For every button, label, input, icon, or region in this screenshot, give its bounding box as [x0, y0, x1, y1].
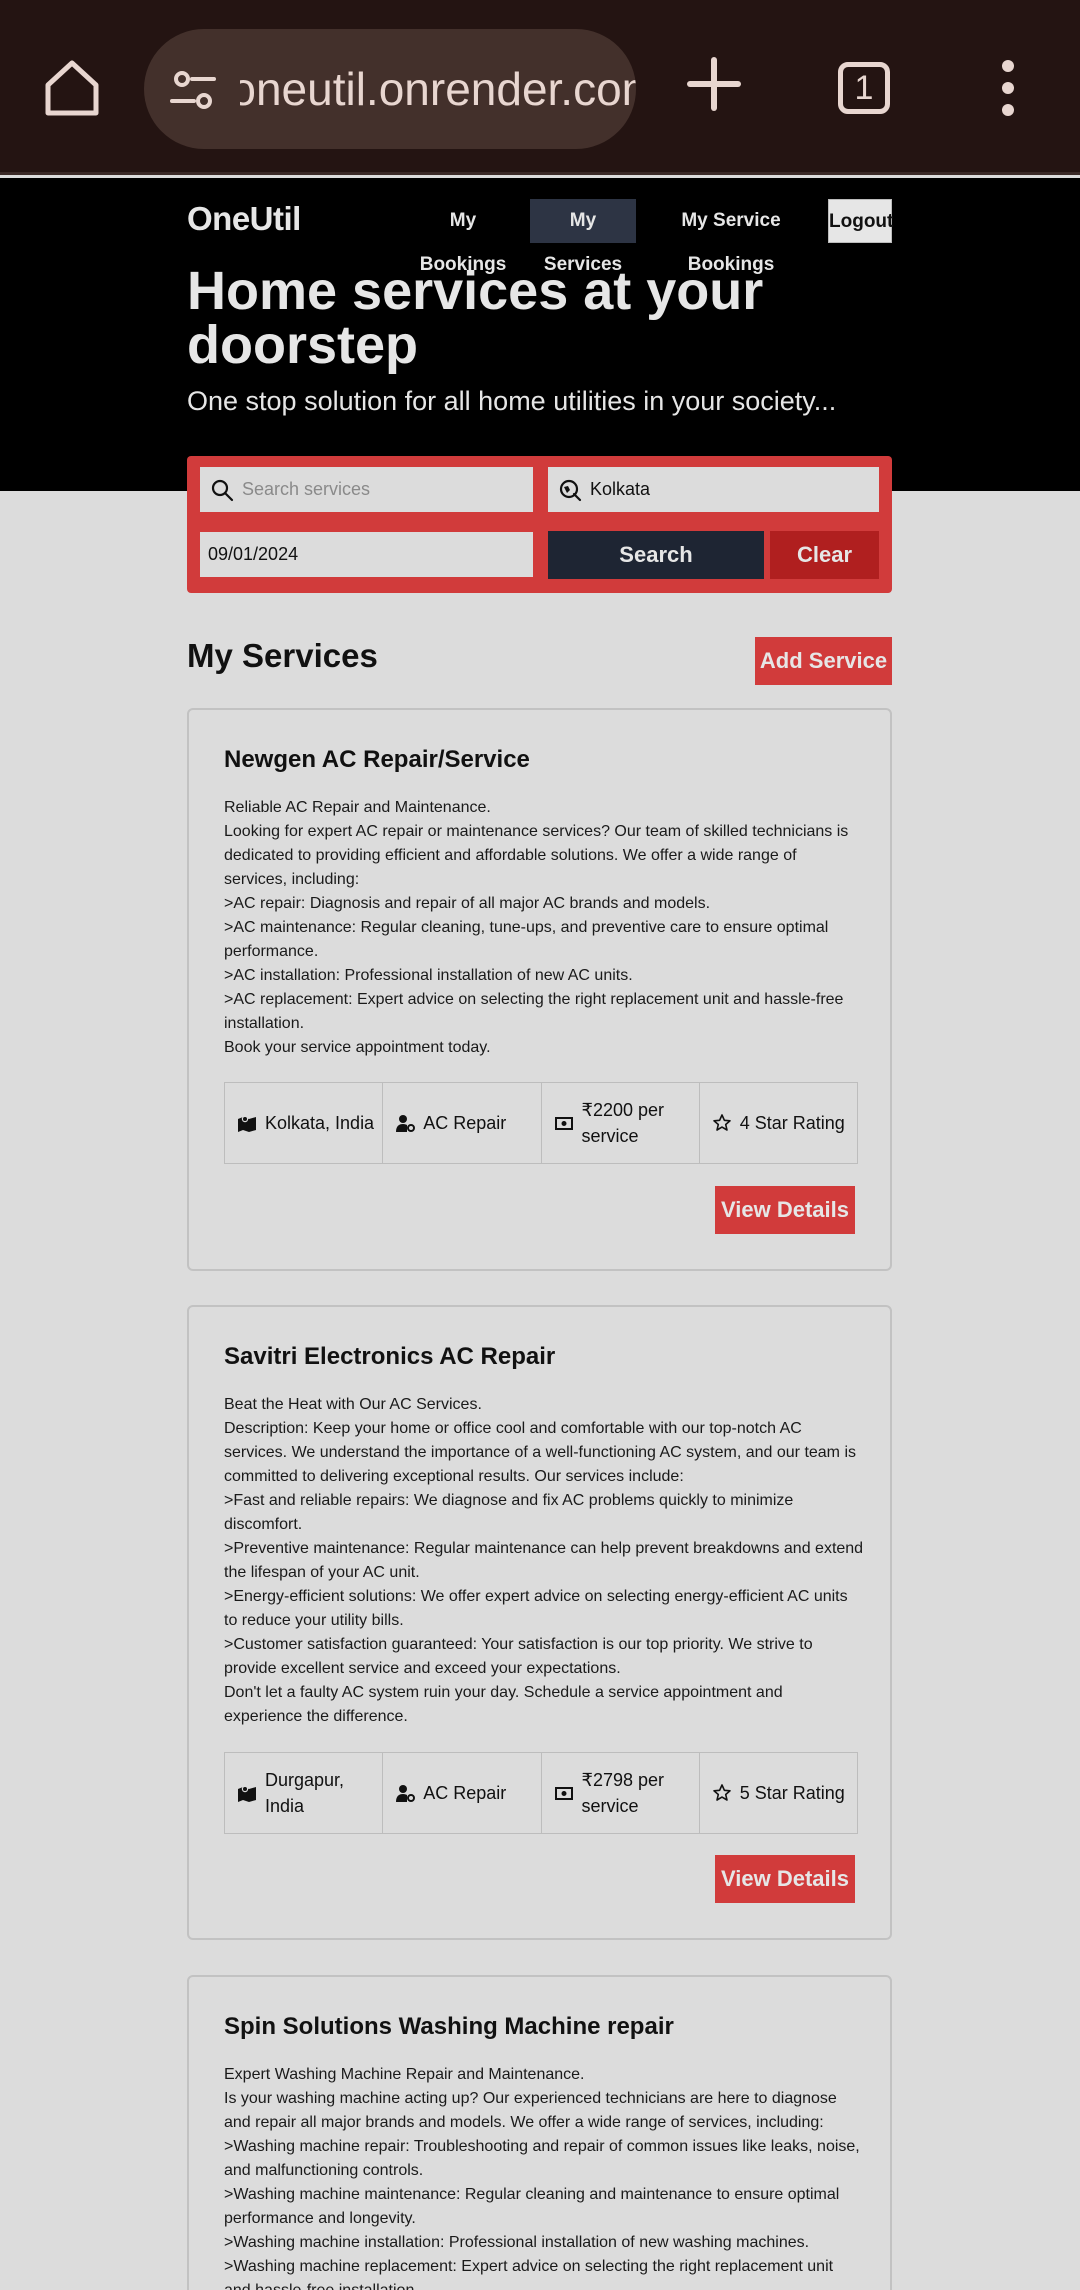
meta-price: ₹2798 per service — [542, 1753, 700, 1833]
location-input[interactable] — [548, 467, 879, 512]
category-text: AC Repair — [423, 1113, 507, 1133]
new-tab-icon[interactable] — [686, 56, 742, 112]
address-bar[interactable]: oneutil.onrender.com — [144, 29, 636, 149]
description-line: Description: Keep your home or office co… — [224, 1420, 857, 1485]
price-text: ₹2200 per service — [581, 1100, 665, 1146]
meta-price: ₹2200 per service — [542, 1083, 700, 1163]
map-icon — [238, 1115, 256, 1132]
service-title: Savitri Electronics AC Repair — [224, 1343, 556, 1370]
service-description: Reliable AC Repair and Maintenance. Look… — [224, 796, 864, 1060]
home-icon[interactable] — [40, 55, 104, 119]
browser-toolbar: oneutil.onrender.com 1 — [0, 0, 1080, 175]
service-card: Newgen AC Repair/Service Reliable AC Rep… — [187, 708, 892, 1271]
hero-title: Home services at your doorstep — [187, 261, 764, 375]
search-panel: Search Clear — [187, 456, 892, 593]
nav-my-services[interactable]: My Services — [530, 199, 636, 275]
description-line: Reliable AC Repair and Maintenance. — [224, 799, 491, 816]
hero-subtitle: One stop solution for all home utilities… — [187, 386, 837, 416]
description-line: >Customer satisfaction guaranteed: Your … — [224, 1636, 813, 1677]
rating-text: 5 Star Rating — [739, 1783, 845, 1803]
service-meta: Kolkata, India AC Repair ₹2200 per servi… — [224, 1082, 858, 1164]
date-input[interactable] — [200, 532, 533, 577]
meta-location: Durgapur, India — [225, 1753, 384, 1833]
description-line: >Washing machine repair: Troubleshooting… — [224, 2138, 860, 2179]
description-line: Is your washing machine acting up? Our e… — [224, 2090, 837, 2131]
site-settings-icon[interactable] — [168, 65, 218, 115]
description-line: >Washing machine installation: Professio… — [224, 2234, 810, 2251]
map-icon — [238, 1785, 256, 1802]
description-line: >AC maintenance: Regular cleaning, tune-… — [224, 919, 829, 960]
location-text: Kolkata, India — [265, 1113, 375, 1133]
meta-category: AC Repair — [383, 1083, 542, 1163]
service-description: Expert Washing Machine Repair and Mainte… — [224, 2063, 864, 2290]
price-text: ₹2798 per service — [581, 1770, 665, 1816]
view-details-button[interactable]: View Details — [715, 1855, 855, 1903]
description-line: >Energy-efficient solutions: We offer ex… — [224, 1588, 848, 1629]
tab-switcher-button[interactable]: 1 — [838, 62, 890, 114]
search-field[interactable] — [200, 467, 533, 512]
meta-rating: 5 Star Rating — [700, 1753, 857, 1833]
brand-logo[interactable]: OneUtil — [187, 200, 301, 238]
section-title: My Services — [187, 637, 378, 674]
description-line: >AC replacement: Expert advice on select… — [224, 991, 844, 1032]
rating-text: 4 Star Rating — [739, 1113, 845, 1133]
meta-category: AC Repair — [383, 1753, 542, 1833]
date-field[interactable] — [200, 532, 533, 577]
add-service-button[interactable]: Add Service — [755, 637, 892, 685]
more-menu-icon[interactable] — [990, 58, 1026, 118]
service-title: Spin Solutions Washing Machine repair — [224, 2013, 674, 2040]
meta-location: Kolkata, India — [225, 1083, 384, 1163]
search-button[interactable]: Search — [548, 531, 764, 579]
category-text: AC Repair — [423, 1783, 507, 1803]
service-description: Beat the Heat with Our AC Services. Desc… — [224, 1393, 864, 1729]
description-line: >Washing machine maintenance: Regular cl… — [224, 2186, 840, 2227]
meta-rating: 4 Star Rating — [700, 1083, 857, 1163]
clear-button[interactable]: Clear — [770, 531, 879, 579]
description-line: >AC repair: Diagnosis and repair of all … — [224, 895, 711, 912]
user-gear-icon — [396, 1115, 416, 1132]
star-icon — [712, 1114, 731, 1131]
description-line: Looking for expert AC repair or maintena… — [224, 823, 849, 888]
description-line: >Preventive maintenance: Regular mainten… — [224, 1540, 864, 1581]
logout-button[interactable]: Logout — [828, 199, 893, 243]
location-field[interactable] — [548, 467, 879, 512]
user-gear-icon — [396, 1785, 416, 1802]
description-line: >Fast and reliable repairs: We diagnose … — [224, 1492, 794, 1533]
description-line: >Washing machine replacement: Expert adv… — [224, 2258, 834, 2290]
service-meta: Durgapur, India AC Repair ₹2798 per serv… — [224, 1752, 858, 1834]
description-line: Book your service appointment today. — [224, 1039, 491, 1056]
nav-my-service-bookings[interactable]: My Service Bookings — [644, 199, 818, 275]
service-title: Newgen AC Repair/Service — [224, 746, 530, 773]
description-line: Don't let a faulty AC system ruin your d… — [224, 1684, 783, 1725]
service-card: Savitri Electronics AC Repair Beat the H… — [187, 1305, 892, 1940]
view-details-button[interactable]: View Details — [715, 1186, 855, 1234]
location-text: Durgapur, India — [265, 1770, 345, 1816]
description-line: >AC installation: Professional installat… — [224, 967, 633, 984]
star-icon — [712, 1784, 731, 1801]
description-line: Expert Washing Machine Repair and Mainte… — [224, 2066, 585, 2083]
url-text: oneutil.onrender.com — [240, 63, 636, 115]
money-icon — [554, 1117, 573, 1130]
service-card: Spin Solutions Washing Machine repair Ex… — [187, 1975, 892, 2290]
location-search-icon — [559, 479, 582, 502]
description-line: Beat the Heat with Our AC Services. — [224, 1396, 482, 1413]
nav-my-bookings[interactable]: My Bookings — [408, 199, 518, 275]
search-icon — [211, 479, 234, 502]
money-icon — [554, 1787, 573, 1800]
search-input[interactable] — [200, 467, 533, 512]
